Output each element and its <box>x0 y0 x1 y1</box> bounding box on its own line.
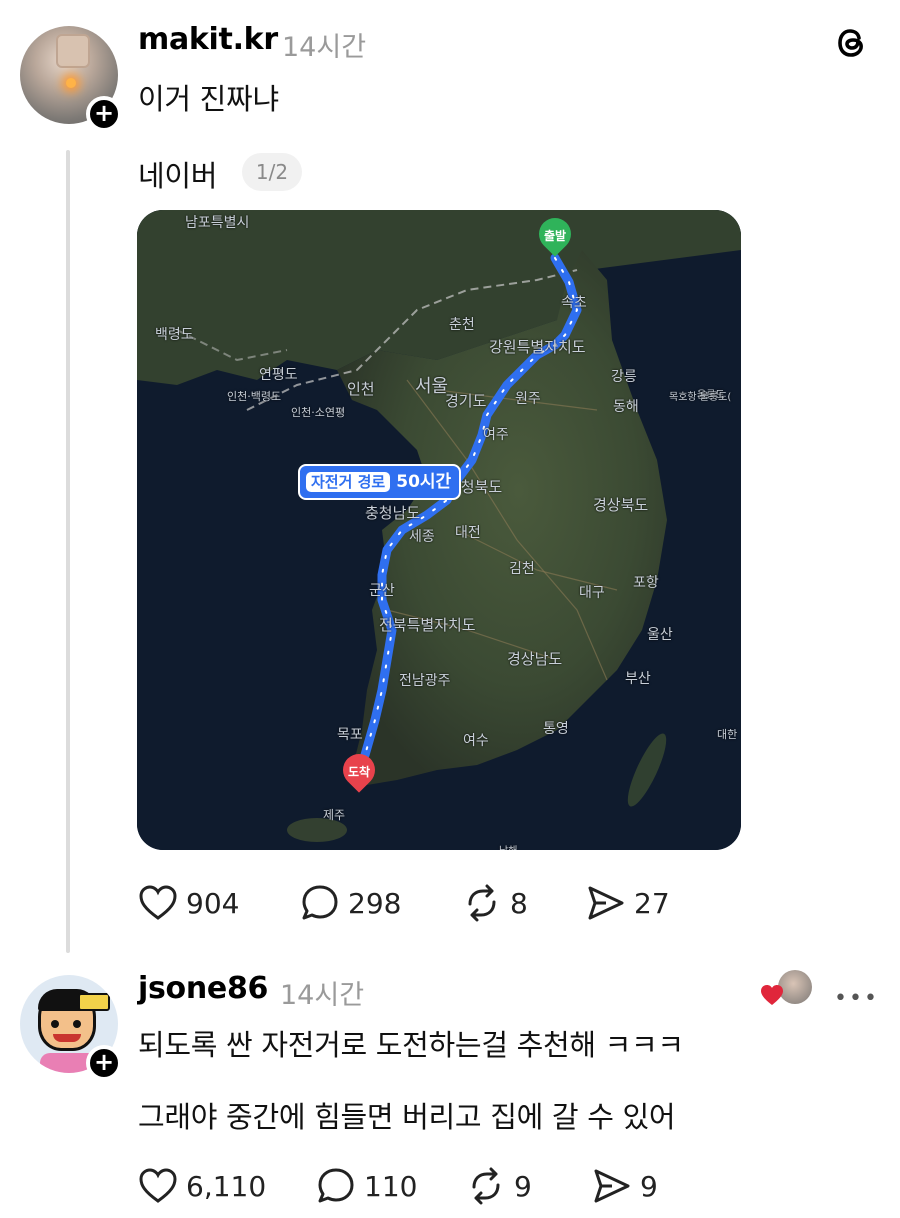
like-count: 904 <box>186 886 240 920</box>
map-label: 군산 <box>369 583 395 599</box>
more-options-icon[interactable]: ••• <box>834 986 879 1011</box>
map-label: 원주 <box>515 391 541 407</box>
post-time: 14시간 <box>280 980 365 1011</box>
share-button[interactable]: 27 <box>586 884 670 922</box>
post-time: 14시간 <box>282 32 367 63</box>
map-label: 경상남도 <box>507 650 563 668</box>
heart-filled-icon <box>761 985 783 1005</box>
map-label: 인천·소연평 <box>291 406 346 419</box>
comment-button[interactable]: 298 <box>300 884 401 922</box>
map-label: 동해 <box>613 399 639 415</box>
end-pin-label: 도착 <box>347 765 371 779</box>
comment-button[interactable]: 110 <box>316 1167 417 1205</box>
follow-plus-button[interactable]: + <box>86 96 122 132</box>
map-label: 경상북도 <box>593 496 649 514</box>
follow-plus-button[interactable]: + <box>86 1045 122 1081</box>
image-pager-badge: 1/2 <box>242 153 302 191</box>
map-label: 여수 <box>463 733 489 749</box>
map-label: 남포특별시 <box>185 215 250 231</box>
post-text: 되도록 싼 자전거로 도전하는걸 추천해 ㅋㅋㅋ <box>138 1028 684 1062</box>
map-label: 백령도 <box>155 327 194 343</box>
map-label: 전북특별자치도 <box>379 616 476 634</box>
repost-button[interactable]: 9 <box>466 1167 532 1205</box>
repost-button[interactable]: 8 <box>462 884 528 922</box>
map-label: 제주 <box>323 808 346 822</box>
share-count: 27 <box>634 886 670 920</box>
map-label: 목포 <box>337 727 363 743</box>
route-name: 자전거 경로 <box>306 472 391 492</box>
map-label: 세종 <box>409 529 435 545</box>
map-label: 강원특별자치도 <box>489 338 586 356</box>
send-icon <box>588 886 624 920</box>
comment-icon <box>318 1168 354 1203</box>
map-label: 전남광주 <box>399 673 451 689</box>
map-label: 대한 <box>717 728 738 741</box>
map-label: 대전 <box>455 525 481 541</box>
map-label: 김천 <box>509 561 535 577</box>
repost-icon <box>472 1167 500 1205</box>
send-icon <box>594 1169 630 1203</box>
comment-count: 298 <box>348 886 402 920</box>
start-pin-label: 출발 <box>543 229 567 243</box>
map-label: 인천 <box>347 380 375 398</box>
map-canvas <box>137 210 741 850</box>
post-username[interactable]: makit.kr <box>138 22 278 57</box>
map-label: 울산 <box>647 627 673 643</box>
heart-icon <box>139 885 177 920</box>
map-label: 춘천 <box>449 317 475 333</box>
repost-count: 9 <box>514 1169 532 1203</box>
repost-icon <box>468 884 496 922</box>
post-username[interactable]: jsone86 <box>138 971 268 1006</box>
heart-icon <box>139 1168 177 1203</box>
share-button[interactable]: 9 <box>592 1167 658 1205</box>
map-label: 대구 <box>579 585 605 601</box>
reply-text: 네이버 <box>138 159 218 193</box>
map-label: 속초 <box>561 295 587 311</box>
avatar-cartoon-badge <box>78 993 110 1011</box>
comment-icon <box>302 885 338 920</box>
post-text: 그래야 중간에 힘들면 버리고 집에 갈 수 있어 <box>138 1100 676 1134</box>
route-time: 50시간 <box>396 472 452 492</box>
post-text: 이거 진짜냐 <box>138 82 279 116</box>
map-label: 목호항·울릉도( <box>669 392 732 403</box>
map-image[interactable]: 남포특별시 백령도 연평도 인천·백령도 인천·소연평 인천 서울 춘천 강원특… <box>137 210 741 850</box>
map-label: 남해 <box>499 842 517 850</box>
thread-line <box>66 150 70 953</box>
map-label: 충청남도 <box>365 504 421 522</box>
map-label: 연평도 <box>259 367 298 383</box>
like-count: 6,110 <box>186 1169 267 1203</box>
like-button[interactable]: 904 <box>138 884 239 922</box>
route-badge: 자전거 경로 50시간 <box>298 464 462 500</box>
map-label: 부산 <box>625 671 651 687</box>
comment-count: 110 <box>364 1169 418 1203</box>
avatar-photo <box>56 34 90 68</box>
like-button[interactable]: 6,110 <box>138 1167 266 1205</box>
map-label: 강릉 <box>611 369 637 385</box>
repost-count: 8 <box>510 886 528 920</box>
map-label: 경기도 <box>445 392 487 410</box>
liked-by-author-indicator[interactable] <box>760 970 816 1010</box>
map-label: 여주 <box>483 427 509 443</box>
map-label: 포항 <box>633 575 659 591</box>
map-label: 통영 <box>543 721 569 737</box>
map-label: 서울 <box>415 376 449 397</box>
map-label: 인천·백령도 <box>227 390 282 403</box>
threads-logo-icon[interactable] <box>832 24 870 62</box>
avatar-photo-spark <box>66 78 76 88</box>
share-count: 9 <box>640 1169 658 1203</box>
